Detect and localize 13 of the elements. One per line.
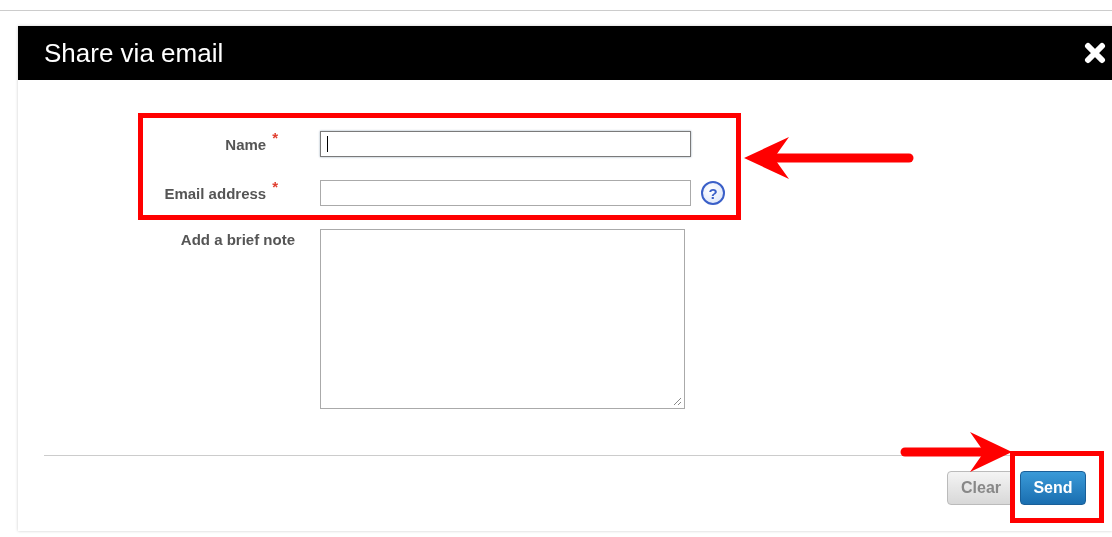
- field-label: Email address: [164, 184, 267, 202]
- help-icon[interactable]: ?: [701, 181, 725, 205]
- resize-grip-icon[interactable]: [672, 396, 682, 406]
- field-label: Add a brief note: [180, 230, 295, 248]
- close-icon[interactable]: [1084, 42, 1106, 64]
- send-button[interactable]: Send: [1020, 471, 1086, 505]
- dialog-title: Share via email: [44, 37, 224, 69]
- required-mark: *: [272, 129, 278, 146]
- required-mark: *: [272, 178, 278, 195]
- text-input-field[interactable]: [320, 180, 691, 206]
- note-textarea-field[interactable]: [320, 229, 685, 409]
- text-input-field[interactable]: [320, 131, 691, 157]
- field-label: Name: [225, 135, 267, 153]
